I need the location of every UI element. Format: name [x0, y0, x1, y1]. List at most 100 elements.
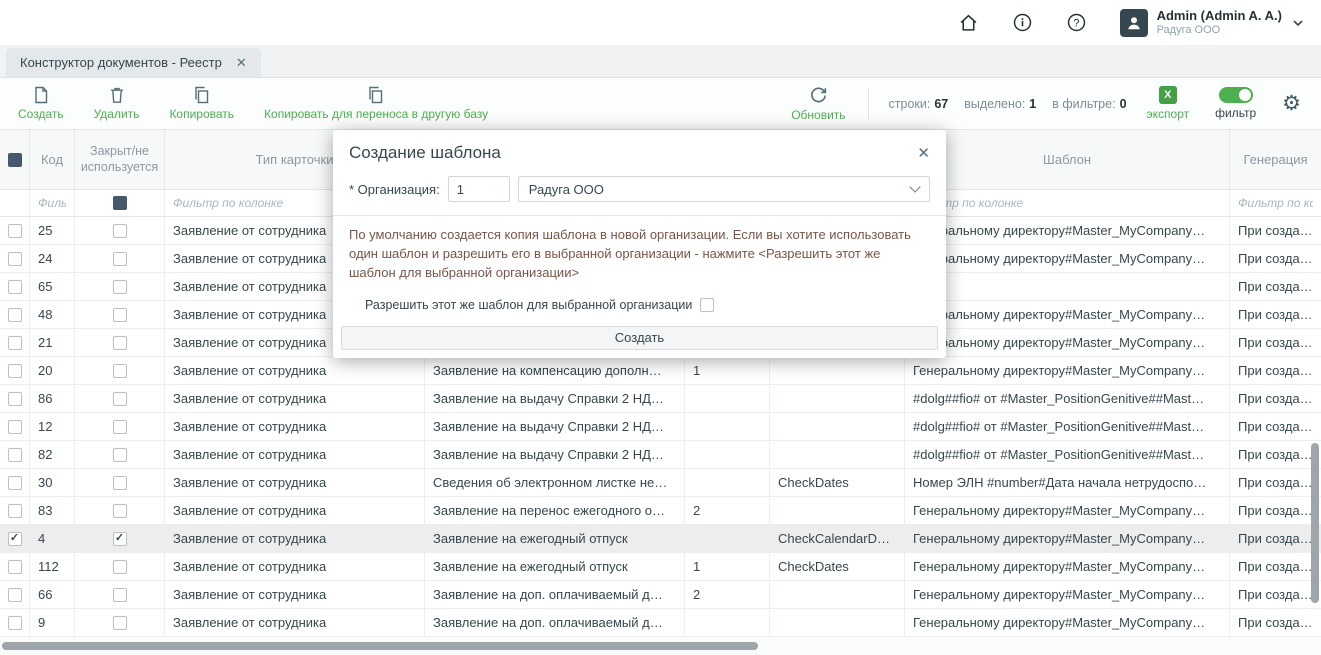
cell-template: Генеральному директору#Master_MyCompany… [905, 357, 1230, 384]
row-checkbox[interactable] [8, 364, 22, 378]
organization-select[interactable]: Радуга ООО [518, 176, 930, 202]
cell-card-type: Заявление от сотрудника [165, 553, 425, 580]
closed-checkbox[interactable] [113, 504, 127, 518]
export-button[interactable]: X экспорт [1147, 86, 1190, 121]
closed-checkbox[interactable] [113, 364, 127, 378]
closed-checkbox[interactable] [113, 252, 127, 266]
gear-icon[interactable] [1282, 93, 1301, 114]
column-header-code[interactable]: Код [30, 130, 75, 189]
column-header-closed[interactable]: Закрыт/не используется [75, 130, 165, 189]
cell-generation: При созда… [1230, 497, 1321, 524]
table-row[interactable]: 86 Заявление от сотрудника Заявление на … [0, 385, 1321, 413]
row-checkbox[interactable] [8, 532, 22, 546]
cell-template: Генеральному директору#Master_MyCompany… [905, 553, 1230, 580]
tab-document-constructor[interactable]: Конструктор документов - Реестр [6, 48, 261, 77]
refresh-button[interactable]: Обновить [791, 86, 845, 122]
table-row[interactable]: 82 Заявление от сотрудника Заявление на … [0, 441, 1321, 469]
home-icon[interactable] [958, 12, 980, 34]
closed-checkbox[interactable] [113, 560, 127, 574]
cell-card-type: Заявление от сотрудника [165, 357, 425, 384]
cell-proc [770, 497, 905, 524]
table-row[interactable]: 83 Заявление от сотрудника Заявление на … [0, 497, 1321, 525]
row-checkbox[interactable] [8, 448, 22, 462]
closed-filter-checkbox[interactable] [113, 196, 127, 210]
cell-code: 112 [30, 553, 75, 580]
closed-checkbox[interactable] [113, 336, 127, 350]
cell-proc [770, 357, 905, 384]
closed-checkbox[interactable] [113, 308, 127, 322]
cell-card-type: Заявление от сотрудника [165, 469, 425, 496]
cell-num [685, 413, 770, 440]
cell-generation: При созда… [1230, 385, 1321, 412]
cell-template: Генеральному директору#Master_MyCompany… [905, 497, 1230, 524]
row-checkbox[interactable] [8, 336, 22, 350]
table-row[interactable]: 12 Заявление от сотрудника Заявление на … [0, 413, 1321, 441]
table-row[interactable]: 30 Заявление от сотрудника Сведения об э… [0, 469, 1321, 497]
row-checkbox[interactable] [8, 252, 22, 266]
cell-num: 1 [685, 357, 770, 384]
organization-code-input[interactable] [448, 176, 510, 202]
column-header-template[interactable]: Шаблон [905, 130, 1230, 189]
row-checkbox[interactable] [8, 476, 22, 490]
cell-generation: При созда… [1230, 441, 1321, 468]
filter-toggle[interactable]: фильтр [1215, 87, 1256, 120]
row-checkbox[interactable] [8, 224, 22, 238]
stat-rows: строки:67 [889, 97, 949, 111]
cell-card-type: Заявление от сотрудника [165, 385, 425, 412]
closed-checkbox[interactable] [113, 392, 127, 406]
toolbar: Создать Удалить Копировать Копировать дл… [0, 78, 1321, 130]
row-checkbox[interactable] [8, 420, 22, 434]
create-template-button[interactable]: Создать [341, 326, 938, 350]
row-checkbox[interactable] [8, 504, 22, 518]
table-row[interactable]: 112 Заявление от сотрудника Заявление на… [0, 553, 1321, 581]
horizontal-scrollbar[interactable] [2, 642, 758, 650]
closed-checkbox[interactable] [113, 476, 127, 490]
table-row[interactable]: 9 Заявление от сотрудника Заявление на д… [0, 609, 1321, 637]
cell-name: Заявление на ежегодный отпуск [425, 553, 685, 580]
allow-template-checkbox[interactable] [700, 298, 714, 312]
table-row[interactable]: 20 Заявление от сотрудника Заявление на … [0, 357, 1321, 385]
toggle-on-icon[interactable] [1219, 87, 1253, 103]
closed-checkbox[interactable] [113, 224, 127, 238]
info-icon[interactable] [1012, 12, 1034, 34]
copy-button[interactable]: Копировать [169, 86, 234, 121]
cell-generation: При созда… [1230, 217, 1321, 244]
tab-close-icon[interactable] [236, 56, 247, 69]
cell-template: Генеральному директору#Master_MyCompany… [905, 525, 1230, 552]
closed-checkbox[interactable] [113, 448, 127, 462]
closed-checkbox[interactable] [113, 532, 127, 546]
row-checkbox[interactable] [8, 392, 22, 406]
row-checkbox[interactable] [8, 280, 22, 294]
closed-checkbox[interactable] [113, 616, 127, 630]
closed-checkbox[interactable] [113, 588, 127, 602]
closed-checkbox[interactable] [113, 280, 127, 294]
table-row[interactable]: 66 Заявление от сотрудника Заявление на … [0, 581, 1321, 609]
table-row[interactable]: 4 Заявление от сотрудника Заявление на е… [0, 525, 1321, 553]
help-icon[interactable]: ? [1066, 12, 1088, 34]
copy-transfer-button[interactable]: Копировать для переноса в другую базу [264, 86, 488, 121]
cell-proc [770, 385, 905, 412]
filter-input-generation[interactable] [1230, 196, 1321, 210]
tab-label: Конструктор документов - Реестр [20, 55, 222, 70]
filter-cell-code [30, 190, 75, 216]
refresh-icon [809, 86, 828, 105]
filter-input-code[interactable] [30, 196, 74, 210]
row-checkbox[interactable] [8, 308, 22, 322]
dialog-close-icon[interactable] [917, 146, 930, 161]
row-checkbox[interactable] [8, 560, 22, 574]
column-header-generation[interactable]: Генерация [1230, 130, 1321, 189]
delete-button[interactable]: Удалить [94, 86, 140, 121]
closed-checkbox[interactable] [113, 420, 127, 434]
topbar: ? Admin (Admin A. A.) Радуга ООО [0, 0, 1321, 45]
row-checkbox[interactable] [8, 616, 22, 630]
user-menu[interactable]: Admin (Admin A. A.) Радуга ООО [1120, 8, 1305, 38]
cell-template: Генеральному директору#Master_MyCompany… [905, 581, 1230, 608]
row-checkbox[interactable] [8, 588, 22, 602]
cell-code: 86 [30, 385, 75, 412]
cell-name: Заявление на выдачу Справки 2 НД… [425, 413, 685, 440]
create-button[interactable]: Создать [18, 86, 64, 121]
cell-generation: При созда… [1230, 469, 1321, 496]
vertical-scrollbar[interactable] [1311, 443, 1319, 603]
select-all-checkbox[interactable] [8, 153, 22, 167]
filter-input-template[interactable] [905, 196, 1229, 210]
